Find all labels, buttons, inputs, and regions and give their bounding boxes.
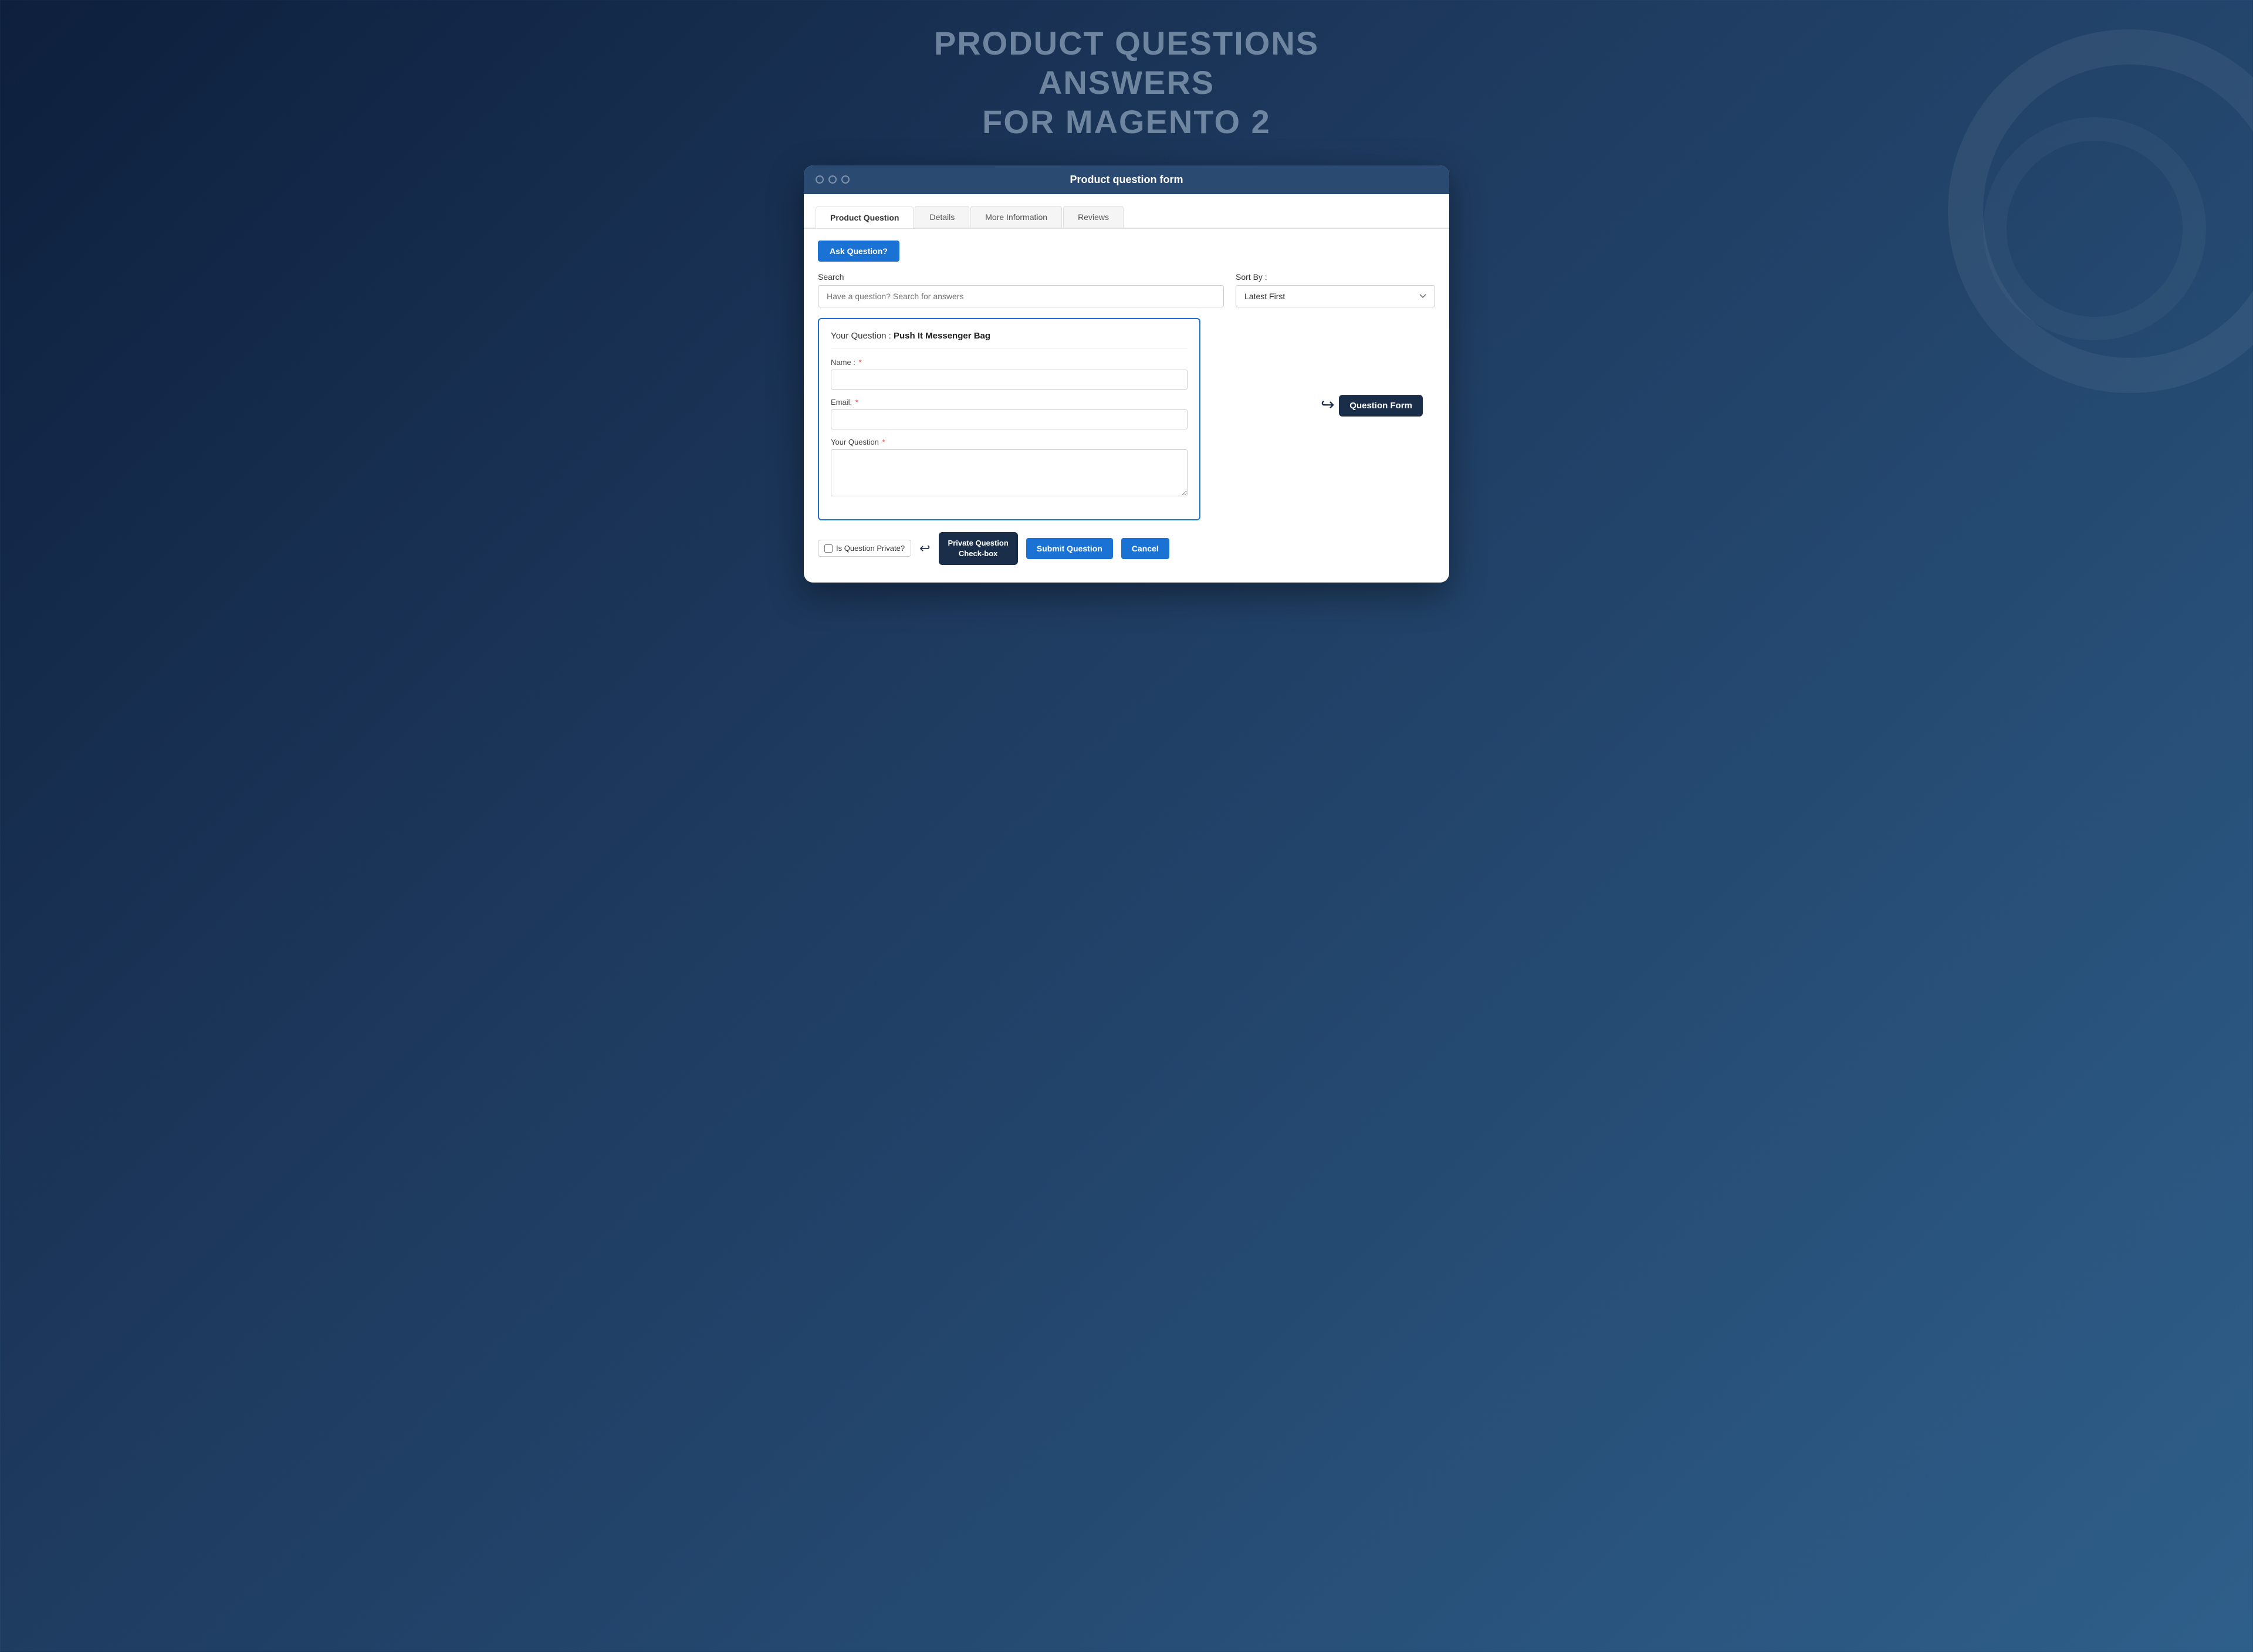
tab-reviews[interactable]: Reviews <box>1063 206 1124 228</box>
private-question-text: Is Question Private? <box>836 544 905 553</box>
browser-dot-3 <box>841 175 850 184</box>
browser-content: Product Question Details More Informatio… <box>804 194 1449 583</box>
form-area: Ask Question? Search Sort By : Latest Fi… <box>804 229 1449 583</box>
question-form-callout: ↩ Question Form <box>1321 395 1423 417</box>
email-input[interactable] <box>831 409 1188 429</box>
email-label: Email: * <box>831 398 1188 407</box>
sort-section: Sort By : Latest First Oldest First Most… <box>1236 272 1435 307</box>
ask-question-button[interactable]: Ask Question? <box>818 241 899 262</box>
name-required-star: * <box>859 358 862 367</box>
browser-dot-2 <box>828 175 837 184</box>
name-field: Name : * <box>831 358 1188 390</box>
name-label: Name : * <box>831 358 1188 367</box>
callout-arrow-icon: ↩ <box>1321 395 1334 414</box>
sort-select[interactable]: Latest First Oldest First Most Answered <box>1236 285 1435 307</box>
search-sort-row: Search Sort By : Latest First Oldest Fir… <box>818 272 1435 307</box>
tabs-bar: Product Question Details More Informatio… <box>804 194 1449 229</box>
question-field: Your Question * <box>831 438 1188 499</box>
search-input[interactable] <box>818 285 1224 307</box>
private-callout-badge: Private Question Check-box <box>939 532 1018 565</box>
tab-details[interactable]: Details <box>915 206 969 228</box>
name-input[interactable] <box>831 370 1188 390</box>
private-question-checkbox[interactable] <box>824 544 833 553</box>
browser-window: Product question form Product Question D… <box>804 165 1449 583</box>
question-required-star: * <box>882 438 885 446</box>
sort-label: Sort By : <box>1236 272 1435 282</box>
question-form-container: Your Question : Push It Messenger Bag Na… <box>818 318 1435 520</box>
question-form-title: Your Question : Push It Messenger Bag <box>831 331 1188 348</box>
private-question-label[interactable]: Is Question Private? <box>818 540 911 557</box>
search-section: Search <box>818 272 1224 307</box>
tab-more-information[interactable]: More Information <box>970 206 1062 228</box>
browser-dots <box>816 175 850 184</box>
question-form-box: Your Question : Push It Messenger Bag Na… <box>818 318 1200 520</box>
browser-dot-1 <box>816 175 824 184</box>
browser-window-title: Product question form <box>1070 174 1183 186</box>
search-label: Search <box>818 272 1224 282</box>
question-form-callout-badge: Question Form <box>1339 395 1423 417</box>
private-callout-arrow-icon: ↩ <box>919 541 930 556</box>
question-textarea[interactable] <box>831 449 1188 496</box>
cancel-button[interactable]: Cancel <box>1121 538 1169 559</box>
question-label: Your Question * <box>831 438 1188 446</box>
submit-question-button[interactable]: Submit Question <box>1026 538 1113 559</box>
email-field: Email: * <box>831 398 1188 429</box>
bottom-row: Is Question Private? ↩ Private Question … <box>818 532 1435 565</box>
page-title: PRODUCT QUESTIONS ANSWERS FOR MAGENTO 2 <box>862 23 1391 142</box>
browser-titlebar: Product question form <box>804 165 1449 194</box>
email-required-star: * <box>855 398 858 407</box>
tab-product-question[interactable]: Product Question <box>816 206 914 228</box>
